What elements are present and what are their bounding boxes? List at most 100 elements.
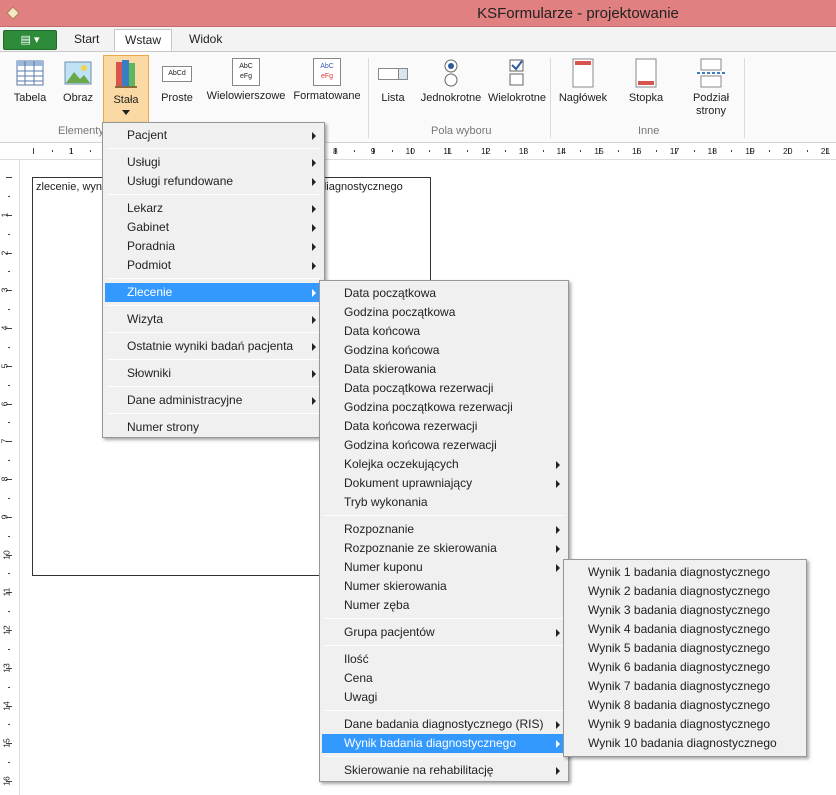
menu-item-data-skierowania[interactable]: Data skierowania bbox=[322, 360, 566, 379]
ruler-tick bbox=[504, 150, 506, 152]
menu-item-godzina-poczatkowa-rezerwacji[interactable]: Godzina początkowa rezerwacji bbox=[322, 398, 566, 417]
lista-button[interactable]: Lista bbox=[373, 56, 413, 104]
menu-item-data-koncowa-rezerwacji[interactable]: Data końcowa rezerwacji bbox=[322, 417, 566, 436]
menu-item-dane-administracyjne[interactable]: Dane administracyjne bbox=[105, 391, 322, 410]
ruler-label: 14 bbox=[1, 700, 12, 711]
tabela-label: Tabela bbox=[13, 92, 47, 104]
menu-item-dokument-uprawniajacy[interactable]: Dokument uprawniający bbox=[322, 474, 566, 493]
wielokrotne-button[interactable]: Wielokrotne bbox=[486, 56, 548, 104]
menu-item-skierowanie-rehabilitacja[interactable]: Skierowanie na rehabilitację bbox=[322, 761, 566, 780]
menu-item-data-poczatkowa[interactable]: Data początkowa bbox=[322, 284, 566, 303]
menu-item-rozpoznanie[interactable]: Rozpoznanie bbox=[322, 520, 566, 539]
menu-item-lekarz[interactable]: Lekarz bbox=[105, 199, 322, 218]
tabela-button[interactable]: Tabela bbox=[8, 56, 52, 104]
ruler-label: 13 bbox=[1, 663, 12, 673]
menu-item-pacjent[interactable]: Pacjent bbox=[105, 126, 322, 145]
menu-item-poradnia[interactable]: Poradnia bbox=[105, 237, 322, 256]
naglowek-button[interactable]: Nagłówek bbox=[554, 56, 612, 104]
menu-item-wynik-3[interactable]: Wynik 3 badania diagnostycznego bbox=[566, 601, 804, 620]
form-field-text[interactable]: zlecenie, wyn a diagnostycznego bbox=[36, 181, 403, 193]
menu-item-uslugi-refundowane[interactable]: Usługi refundowane bbox=[105, 172, 322, 191]
ruler-tick bbox=[731, 150, 733, 152]
jednokrotne-button[interactable]: Jednokrotne bbox=[418, 56, 484, 104]
menu-item-numer-zeba[interactable]: Numer zęba bbox=[322, 596, 566, 615]
menu-item-data-koncowa[interactable]: Data końcowa bbox=[322, 322, 566, 341]
submenu-arrow-icon bbox=[312, 343, 316, 351]
menu-item-numer-kuponu[interactable]: Numer kuponu bbox=[322, 558, 566, 577]
menu-item-numer-skierowania[interactable]: Numer skierowania bbox=[322, 577, 566, 596]
menu-item-wynik-10[interactable]: Wynik 10 badania diagnostycznego bbox=[566, 734, 804, 753]
menu-item-ostatnie-wyniki[interactable]: Ostatnie wyniki badań pacjenta bbox=[105, 337, 322, 356]
menu-item-ilosc[interactable]: Ilość bbox=[322, 650, 566, 669]
ruler-tick bbox=[769, 150, 771, 152]
stopka-button[interactable]: Stopka bbox=[622, 56, 670, 104]
menu-item-wynik-9[interactable]: Wynik 9 badania diagnostycznego bbox=[566, 715, 804, 734]
menu-item-godzina-koncowa-rezerwacji[interactable]: Godzina końcowa rezerwacji bbox=[322, 436, 566, 455]
menu-item-gabinet[interactable]: Gabinet bbox=[105, 218, 322, 237]
menu-item-podmiot[interactable]: Podmiot bbox=[105, 256, 322, 275]
menu-item-kolejka-oczekujacych[interactable]: Kolejka oczekujących bbox=[322, 455, 566, 474]
menu-item-slowniki[interactable]: Słowniki bbox=[105, 364, 322, 383]
ruler-label: 8 bbox=[0, 476, 10, 482]
ruler-tick bbox=[618, 150, 620, 152]
menu-item-wynik-7[interactable]: Wynik 7 badania diagnostycznego bbox=[566, 677, 804, 696]
submenu-arrow-icon bbox=[312, 224, 316, 232]
footer-icon bbox=[635, 58, 657, 88]
submenu-arrow-icon bbox=[312, 205, 316, 213]
formatowane-button[interactable]: AbC eFg Formatowane bbox=[292, 56, 362, 102]
submenu-arrow-icon bbox=[312, 316, 316, 324]
obraz-label: Obraz bbox=[63, 92, 93, 104]
ruler-tick bbox=[8, 346, 10, 348]
menu-separator bbox=[324, 710, 564, 711]
ruler-tick bbox=[542, 150, 544, 152]
stala-button[interactable]: Stała bbox=[103, 55, 149, 123]
menu-item-tryb-wykonania[interactable]: Tryb wykonania bbox=[322, 493, 566, 512]
file-menu-button[interactable]: ▤ ▾ bbox=[3, 30, 57, 50]
tab-widok[interactable]: Widok bbox=[179, 29, 232, 51]
menu-item-wynik-4[interactable]: Wynik 4 badania diagnostycznego bbox=[566, 620, 804, 639]
tab-start[interactable]: Start bbox=[64, 29, 109, 51]
menu-item-wynik-6[interactable]: Wynik 6 badania diagnostycznego bbox=[566, 658, 804, 677]
ruler-label: 20 bbox=[783, 146, 793, 156]
menu-item-godzina-koncowa[interactable]: Godzina końcowa bbox=[322, 341, 566, 360]
tab-wstaw[interactable]: Wstaw bbox=[114, 29, 172, 51]
menu-item-numer-strony[interactable]: Numer strony bbox=[105, 418, 322, 437]
ruler-label: 14 bbox=[556, 146, 566, 156]
menu-item-wynik-badania[interactable]: Wynik badania diagnostycznego bbox=[322, 734, 566, 753]
proste-button[interactable]: AbCd Proste bbox=[157, 56, 197, 104]
ruler-tick bbox=[391, 150, 393, 152]
submenu-arrow-icon bbox=[556, 461, 560, 469]
lista-label: Lista bbox=[381, 92, 405, 104]
submenu-arrow-icon bbox=[556, 767, 560, 775]
podzial-strony-button[interactable]: Podział strony bbox=[686, 56, 736, 118]
menu-item-wizyta[interactable]: Wizyta bbox=[105, 310, 322, 329]
menu-item-cena[interactable]: Cena bbox=[322, 669, 566, 688]
menu-item-rozpoznanie-ze-skierowania[interactable]: Rozpoznanie ze skierowania bbox=[322, 539, 566, 558]
ruler-tick bbox=[806, 150, 808, 152]
menu-separator bbox=[107, 413, 320, 414]
menu-item-wynik-2[interactable]: Wynik 2 badania diagnostycznego bbox=[566, 582, 804, 601]
ruler-tick bbox=[89, 150, 91, 152]
menu-item-zlecenie[interactable]: Zlecenie bbox=[105, 283, 322, 302]
multiline-text-icon: AbC eFg bbox=[232, 58, 260, 86]
obraz-button[interactable]: Obraz bbox=[56, 56, 100, 104]
menu-item-godzina-poczatkowa[interactable]: Godzina początkowa bbox=[322, 303, 566, 322]
menu-item-wynik-1[interactable]: Wynik 1 badania diagnostycznego bbox=[566, 563, 804, 582]
file-menu-icon: ▤ ▾ bbox=[20, 34, 40, 46]
menu-separator bbox=[107, 148, 320, 149]
menu-item-data-poczatkowa-rezerwacji[interactable]: Data początkowa rezerwacji bbox=[322, 379, 566, 398]
ruler-tick bbox=[8, 762, 10, 764]
menu-item-grupa-pacjentow[interactable]: Grupa pacjentów bbox=[322, 623, 566, 642]
menu-item-uwagi[interactable]: Uwagi bbox=[322, 688, 566, 707]
menu-item-uslugi[interactable]: Usługi bbox=[105, 153, 322, 172]
wielowierszowe-button[interactable]: AbC eFg Wielowierszowe bbox=[204, 56, 288, 102]
group-label-inne: Inne bbox=[638, 125, 660, 137]
ruler-tick bbox=[8, 573, 10, 575]
submenu-arrow-icon bbox=[312, 370, 316, 378]
ruler-label: 8 bbox=[333, 146, 338, 156]
menu-item-wynik-5[interactable]: Wynik 5 badania diagnostycznego bbox=[566, 639, 804, 658]
menu-item-dane-badania-ris[interactable]: Dane badania diagnostycznego (RIS) bbox=[322, 715, 566, 734]
menu-separator bbox=[107, 278, 320, 279]
ruler-tick bbox=[8, 497, 10, 499]
menu-item-wynik-8[interactable]: Wynik 8 badania diagnostycznego bbox=[566, 696, 804, 715]
